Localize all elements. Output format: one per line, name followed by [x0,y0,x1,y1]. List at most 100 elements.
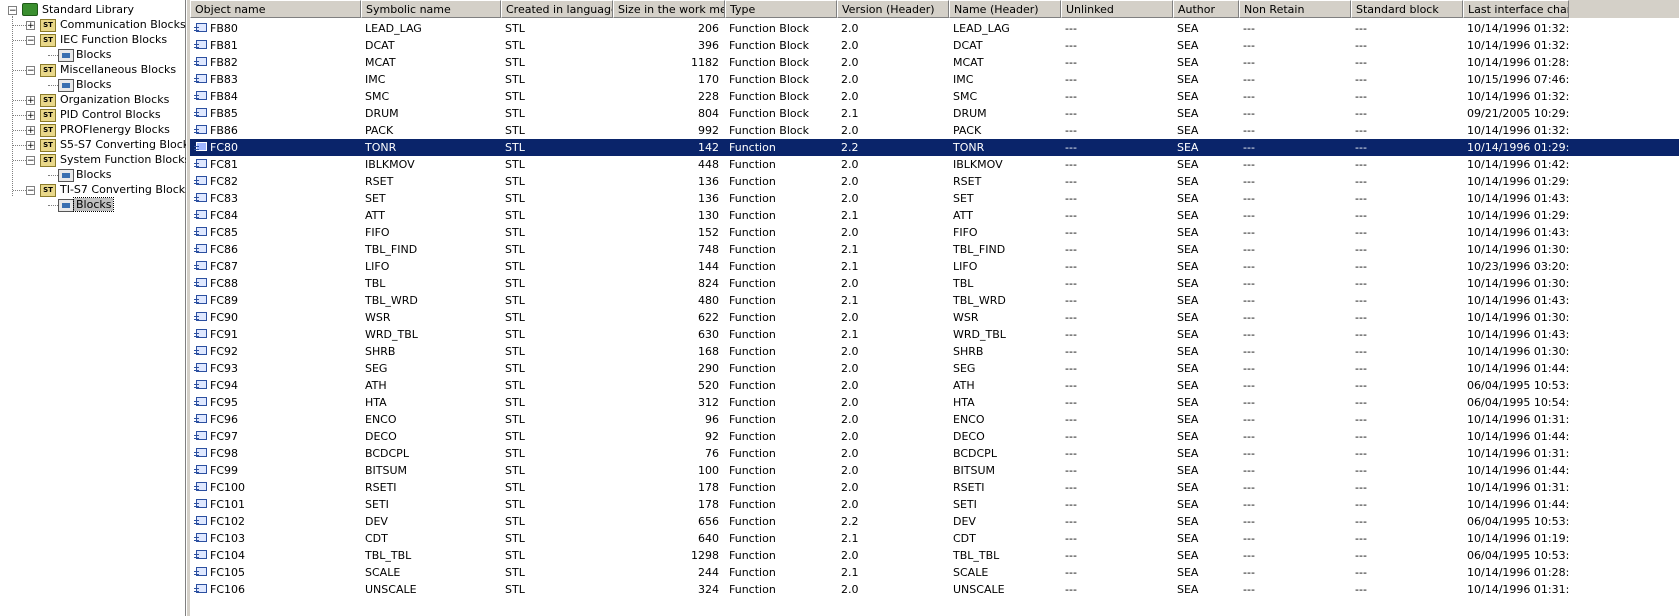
tree-item-profienergy-blocks[interactable]: PROFIenergy Blocks [58,122,172,138]
table-cell: 2.0 [841,464,859,477]
tree-item-label: TI-S7 Converting Blocks [60,183,191,196]
table-cell: Function [729,294,776,307]
tree-item-ti-s7-converting-blocks-blocks[interactable]: Blocks [72,197,115,213]
table-cell: --- [1065,379,1077,392]
table-row[interactable]: FB84 SMC STL 228 Function Block 2.0 SMC --- SEA -… [190,88,1679,105]
table-row[interactable]: FC91 WRD_TBL STL 630 Function 2.1 WRD_TBL --- SE… [190,326,1679,343]
table-row[interactable]: FC87 LIFO STL 144 Function 2.1 LIFO --- SEA --- --… [190,258,1679,275]
object-list[interactable]: Object name Symbolic name Created in langu… [190,0,1679,616]
table-row[interactable]: FC90 WSR STL 622 Function 2.0 WSR --- SEA --- --- 1… [190,309,1679,326]
table-cell: Function [729,498,776,511]
table-cell: SEA [1177,22,1199,35]
table-cell: --- [1243,413,1255,426]
folder-badge-text: ST [43,186,53,194]
table-row[interactable]: FC94 ATH STL 520 Function 2.0 ATH --- SEA --- --- 0… [190,377,1679,394]
table-row[interactable]: FC99 BITSUM STL 100 Function 2.0 BITSUM --- SEA -… [190,462,1679,479]
tree-expander-iec-function-blocks[interactable]: − [26,36,35,46]
column-header-object-name[interactable]: Object name [190,0,361,18]
tree-expander-pid-control-blocks[interactable]: + [26,111,35,121]
table-row[interactable]: FC89 TBL_WRD STL 480 Function 2.1 TBL_WRD --- SE… [190,292,1679,309]
tree-expander-s5-s7-converting-blocks[interactable]: + [26,141,35,151]
table-row[interactable]: FC100 RSETI STL 178 Function 2.0 RSETI --- SEA --… [190,479,1679,496]
table-cell: --- [1355,260,1367,273]
table-row[interactable]: FC97 DECO STL 92 Function 2.0 DECO --- SEA --- ---… [190,428,1679,445]
table-row[interactable]: FC96 ENCO STL 96 Function 2.0 ENCO --- SEA --- ---… [190,411,1679,428]
tree-expander-organization-blocks[interactable]: + [26,96,35,106]
column-header-created-in-language[interactable]: Created in language [501,0,613,18]
block-object-icon [194,533,208,544]
table-row[interactable]: FC105 SCALE STL 244 Function 2.1 SCALE --- SEA --… [190,564,1679,581]
column-header-standard-block[interactable]: Standard block [1351,0,1463,18]
column-header-name-header[interactable]: Name (Header) [949,0,1061,18]
table-row[interactable]: FC81 IBLKMOV STL 448 Function 2.0 IBLKMOV --- SE… [190,156,1679,173]
table-row[interactable]: FC93 SEG STL 290 Function 2.0 SEG --- SEA --- --- 1… [190,360,1679,377]
table-cell: --- [1355,515,1367,528]
table-row[interactable]: FC80 TONR STL 142 Function 2.2 TONR --- SEA --- --… [190,139,1679,156]
tree-item-organization-blocks[interactable]: Organization Blocks [58,92,171,108]
table-row[interactable]: FC83 SET STL 136 Function 2.0 SET --- SEA --- --- 1… [190,190,1679,207]
tree-item-system-function-blocks[interactable]: System Function Blocks [58,152,192,168]
tree-item-system-function-blocks-blocks[interactable]: Blocks [74,167,113,183]
table-cell: 2.1 [841,294,859,307]
table-row[interactable]: FC85 FIFO STL 152 Function 2.0 FIFO --- SEA --- --… [190,224,1679,241]
table-row[interactable]: FB83 IMC STL 170 Function Block 2.0 IMC --- SEA -… [190,71,1679,88]
table-row[interactable]: FC98 BCDCPL STL 76 Function 2.0 BCDCPL --- SEA --… [190,445,1679,462]
tree-expander-profienergy-blocks[interactable]: + [26,126,35,136]
column-header-unlinked[interactable]: Unlinked [1061,0,1173,18]
table-cell: DECO [953,430,985,443]
table-cell: --- [1065,413,1077,426]
table-cell: ENCO [953,413,985,426]
column-header-version-header[interactable]: Version (Header) [837,0,949,18]
column-header-type[interactable]: Type [725,0,837,18]
table-cell: STL [505,464,525,477]
table-row[interactable]: FC82 RSET STL 136 Function 2.0 RSET --- SEA --- --… [190,173,1679,190]
table-row[interactable]: FC104 TBL_TBL STL 1298 Function 2.0 TBL_TBL ---… [190,547,1679,564]
tree-item-s5-s7-converting-blocks[interactable]: S5-S7 Converting Blocks [58,137,197,153]
table-row[interactable]: FC86 TBL_FIND STL 748 Function 2.1 TBL_FIND ---… [190,241,1679,258]
tree-expander-communication-blocks[interactable]: + [26,21,35,31]
table-row[interactable]: FB81 DCAT STL 396 Function Block 2.0 DCAT --- SE… [190,37,1679,54]
tree-item-iec-function-blocks[interactable]: IEC Function Blocks [58,32,169,48]
table-row[interactable]: FB85 DRUM STL 804 Function Block 2.1 DRUM --- SE… [190,105,1679,122]
table-row[interactable]: FC95 HTA STL 312 Function 2.0 HTA --- SEA --- --- 0… [190,394,1679,411]
block-object-icon [194,125,208,136]
tree-expander-system-function-blocks[interactable]: − [26,156,35,166]
tree-item-miscellaneous-blocks[interactable]: Miscellaneous Blocks [58,62,178,78]
table-row[interactable]: FC106 UNSCALE STL 324 Function 2.0 UNSCALE --- S… [190,581,1679,598]
tree-expander-miscellaneous-blocks[interactable]: − [26,66,35,76]
table-cell: DEV [953,515,976,528]
table-cell: 10/14/1996 01:29:3... [1467,209,1569,222]
table-cell: STL [505,379,525,392]
table-cell: --- [1065,396,1077,409]
library-tree[interactable]: − Standard Library + ST Communication Bloc… [0,0,195,616]
tree-expander-root[interactable]: − [8,6,17,16]
table-row[interactable]: FC92 SHRB STL 168 Function 2.0 SHRB --- SEA --- --… [190,343,1679,360]
table-cell: --- [1355,158,1367,171]
table-cell: SEG [953,362,976,375]
table-row[interactable]: FB86 PACK STL 992 Function Block 2.0 PACK --- SE… [190,122,1679,139]
column-header-last-interface-change[interactable]: Last interface change [1463,0,1569,18]
column-header-size-in-the-work-me[interactable]: Size in the work me... [613,0,725,18]
tree-expander-ti-s7-converting-blocks[interactable]: − [26,186,35,196]
table-row[interactable]: FC103 CDT STL 640 Function 2.1 CDT --- SEA --- ---… [190,530,1679,547]
tree-item-miscellaneous-blocks-blocks[interactable]: Blocks [74,77,113,93]
table-row[interactable]: FC102 DEV STL 656 Function 2.2 DEV --- SEA --- ---… [190,513,1679,530]
tree-item-iec-function-blocks-blocks[interactable]: Blocks [74,47,113,63]
table-row[interactable]: FC101 SETI STL 178 Function 2.0 SETI --- SEA --- -… [190,496,1679,513]
table-cell: --- [1355,243,1367,256]
tree-root-standard-library[interactable]: Standard Library [40,2,136,18]
table-cell: --- [1065,294,1077,307]
tree-item-communication-blocks[interactable]: Communication Blocks [58,17,188,33]
tree-item-ti-s7-converting-blocks[interactable]: TI-S7 Converting Blocks [58,182,193,198]
column-header-symbolic-name[interactable]: Symbolic name [361,0,501,18]
table-row[interactable]: FC88 TBL STL 824 Function 2.0 TBL --- SEA --- --- 1… [190,275,1679,292]
tree-item-pid-control-blocks[interactable]: PID Control Blocks [58,107,163,123]
column-header-non-retain[interactable]: Non Retain [1239,0,1351,18]
table-cell: --- [1065,515,1077,528]
table-row[interactable]: FC84 ATT STL 130 Function 2.1 ATT --- SEA --- --- 1… [190,207,1679,224]
table-row[interactable]: FB80 LEAD_LAG STL 206 Function Block 2.0 LEAD_… [190,20,1679,37]
table-cell: STL [505,549,525,562]
table-row[interactable]: FB82 MCAT STL 1182 Function Block 2.0 MCAT --- S… [190,54,1679,71]
column-header-author[interactable]: Author [1173,0,1239,18]
table-cell: BCDCPL [953,447,997,460]
